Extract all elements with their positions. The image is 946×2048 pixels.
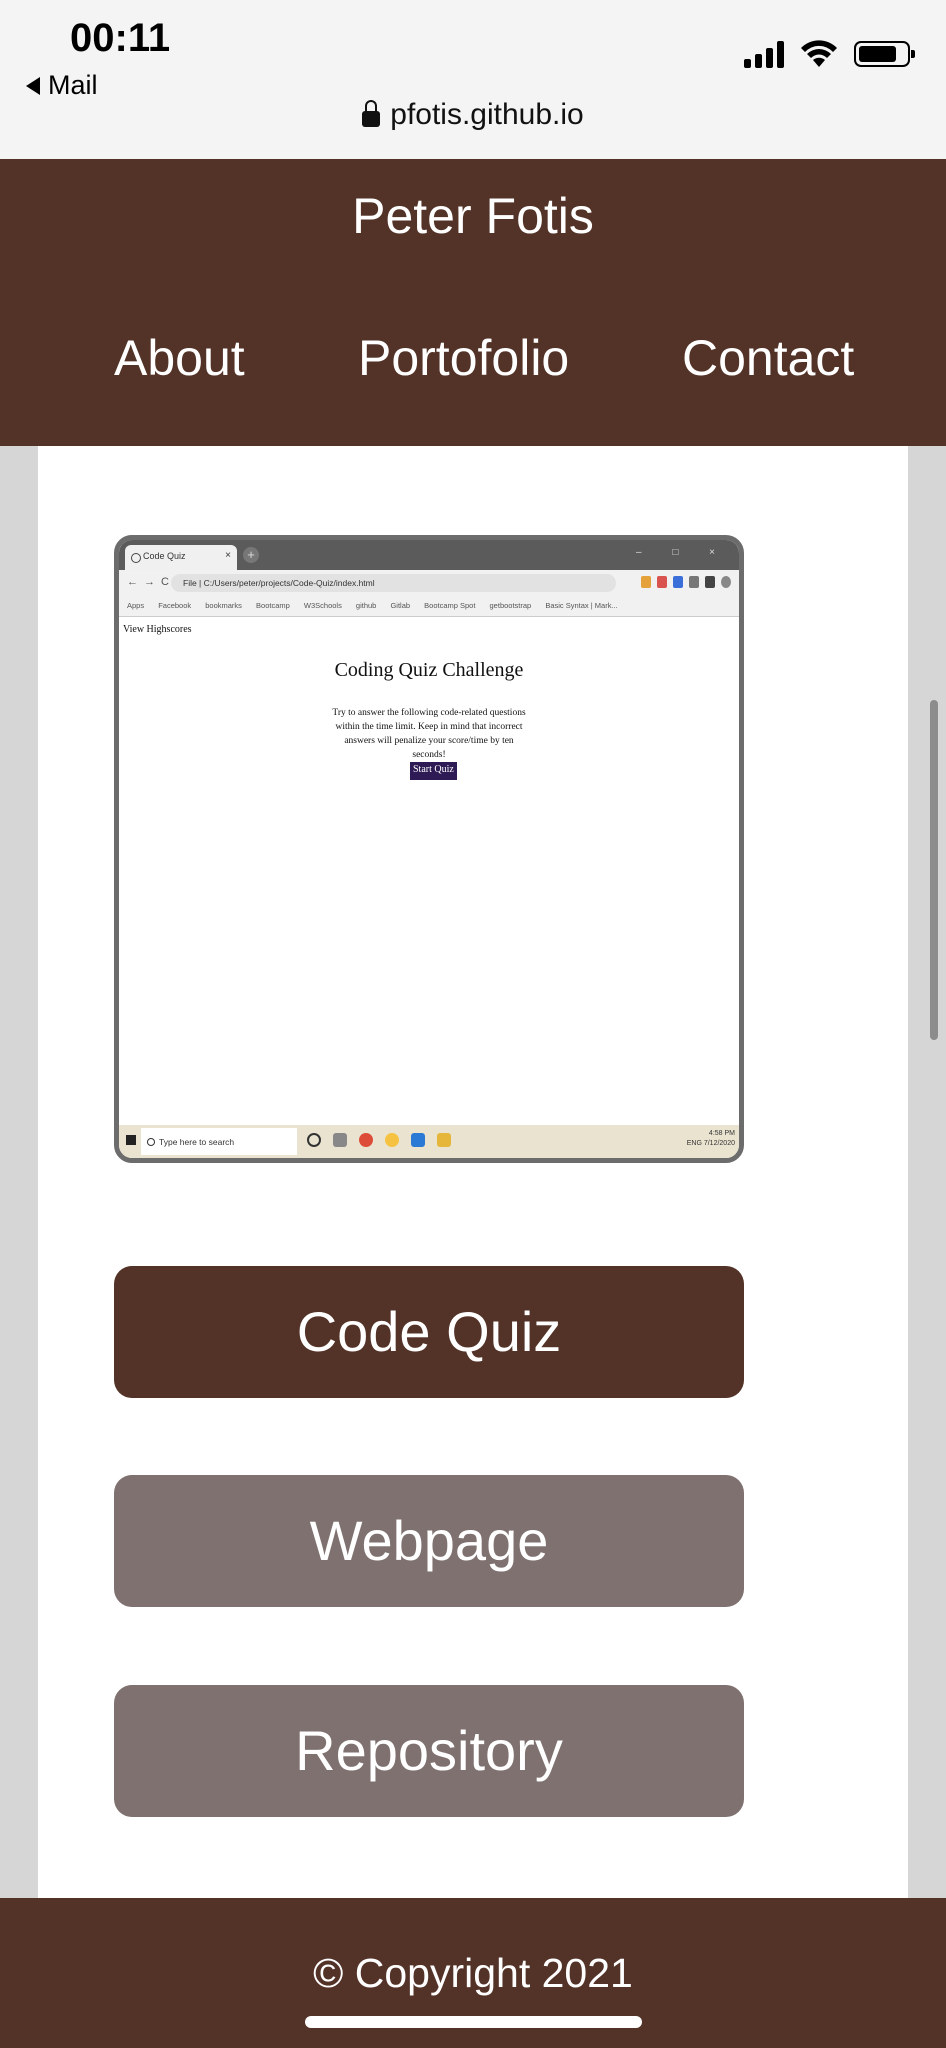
nav-link-about[interactable]: About — [114, 329, 245, 387]
back-arrow-icon — [26, 76, 40, 95]
browser-nav-icons: ←→C — [127, 576, 175, 588]
url-text: pfotis.github.io — [390, 98, 584, 131]
screenshot-view-highscores: View Highscores — [123, 624, 192, 635]
lock-icon — [362, 100, 381, 127]
webpage-button[interactable]: Webpage — [114, 1475, 744, 1607]
repository-button[interactable]: Repository — [114, 1685, 744, 1817]
cellular-signal-icon — [744, 40, 784, 68]
home-indicator[interactable] — [305, 2016, 642, 2028]
clock: 00:11 — [70, 16, 171, 60]
url-bar[interactable]: pfotis.github.io — [0, 98, 946, 132]
screenshot-tab: Code Quiz × — [125, 545, 237, 570]
screenshot-taskbar-search: Type here to search — [141, 1128, 297, 1155]
scrollbar[interactable] — [930, 700, 938, 1040]
window-controls-icon: ‒ □ × — [636, 547, 729, 558]
screenshot-bookmarks-bar: Apps Facebook bookmarks Bootcamp W3Schoo… — [119, 596, 739, 617]
project-screenshot-image: Code Quiz × + ‒ □ × ←→C File | C:/Users/p… — [114, 535, 744, 1163]
status-bar: 00:11 Mail pfotis.github.io — [0, 0, 946, 159]
taskbar-app-icons — [307, 1133, 451, 1147]
system-icons — [744, 40, 915, 68]
screenshot-quiz-description: Try to answer the following code-related… — [332, 708, 526, 760]
copyright-text: © Copyright 2021 — [313, 1950, 633, 1996]
nav-link-contact[interactable]: Contact — [682, 329, 854, 387]
windows-start-icon — [126, 1135, 136, 1145]
code-quiz-button[interactable]: Code Quiz — [114, 1266, 744, 1398]
wifi-icon — [801, 40, 837, 67]
nav-link-portfolio[interactable]: Portofolio — [358, 329, 569, 387]
back-to-mail-button[interactable]: Mail — [26, 70, 98, 101]
back-label: Mail — [48, 70, 98, 100]
site-title: Peter Fotis — [352, 188, 594, 244]
screenshot-tab-bar: Code Quiz × + ‒ □ × — [119, 540, 739, 570]
screenshot-taskbar: Type here to search 4:58 PM ENG 7/12/202… — [119, 1125, 739, 1158]
screenshot-page: View Highscores Coding Quiz Challenge Tr… — [119, 617, 739, 1122]
screenshot-start-quiz: Start Quiz — [410, 762, 457, 780]
screenshot-system-tray: 4:58 PM ENG 7/12/2020 — [686, 1130, 735, 1147]
screenshot-quiz-title: Coding Quiz Challenge — [334, 659, 524, 681]
screenshot-toolbar: ←→C File | C:/Users/peter/projects/Code-… — [119, 570, 739, 596]
site-header: Peter Fotis About Portofolio Contact — [0, 159, 946, 446]
screenshot-address-bar: File | C:/Users/peter/projects/Code-Quiz… — [171, 574, 616, 592]
extension-icons — [641, 576, 731, 588]
battery-icon — [854, 41, 915, 67]
new-tab-icon: + — [243, 547, 259, 563]
